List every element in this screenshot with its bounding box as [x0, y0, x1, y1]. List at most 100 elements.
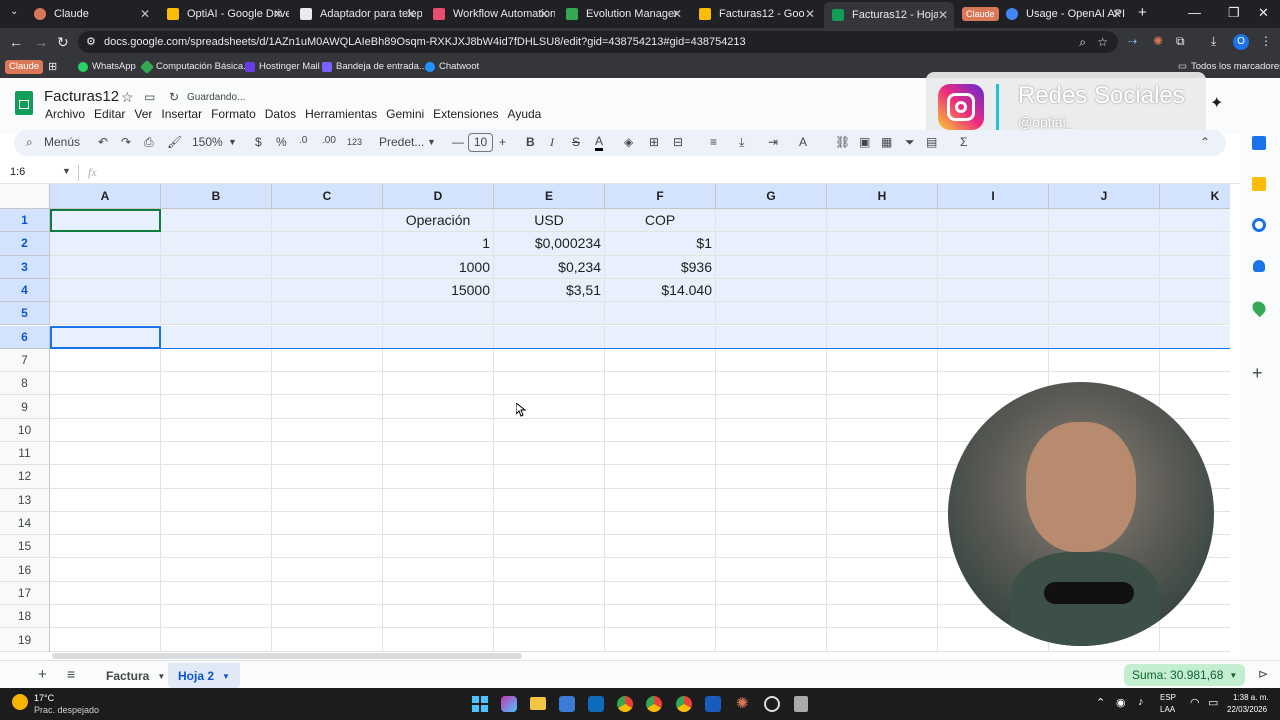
- tray-chevron-up-icon[interactable]: ⌃: [1096, 696, 1105, 709]
- cell-e13[interactable]: [494, 488, 605, 512]
- insert-comment-icon[interactable]: ▣: [859, 135, 870, 149]
- cell-a10[interactable]: [50, 418, 161, 442]
- row-header-10[interactable]: 10: [0, 418, 50, 442]
- row-header-14[interactable]: 14: [0, 511, 50, 536]
- weather-icon[interactable]: [12, 694, 28, 710]
- row-header-7[interactable]: 7: [0, 348, 50, 373]
- clock-date[interactable]: 22/03/2026: [1227, 705, 1267, 714]
- column-header-g[interactable]: G: [716, 184, 827, 209]
- cell-c8[interactable]: [272, 372, 383, 396]
- add-addon-icon[interactable]: +: [1252, 363, 1263, 384]
- chevron-down-icon[interactable]: ▼: [222, 672, 230, 681]
- text-wrap-icon[interactable]: ⇥: [768, 135, 778, 149]
- zoom-select[interactable]: 150%: [192, 135, 223, 149]
- cell-f16[interactable]: [605, 558, 716, 582]
- cell-k7[interactable]: [1160, 349, 1230, 373]
- obs-icon[interactable]: [764, 696, 780, 712]
- filter-views-icon[interactable]: ▤: [926, 135, 937, 149]
- cell-e1[interactable]: USD: [494, 209, 605, 233]
- cell-f7[interactable]: [605, 348, 716, 373]
- cell-j4[interactable]: [1049, 278, 1160, 303]
- functions-icon[interactable]: Σ: [960, 135, 967, 149]
- tab-drive[interactable]: OptiAI - Google Drive ✕: [159, 3, 289, 25]
- borders-icon[interactable]: ⊞: [649, 135, 659, 149]
- print-icon[interactable]: ⎙: [144, 135, 154, 150]
- cell-g14[interactable]: [716, 511, 827, 536]
- font-chevron-down-icon[interactable]: ▼: [427, 137, 436, 147]
- cell-b13[interactable]: [161, 488, 272, 512]
- menu-ayuda[interactable]: Ayuda: [508, 107, 542, 121]
- url-input[interactable]: ⚙ docs.google.com/spreadsheets/d/1AZn1uM…: [78, 31, 1118, 53]
- windows-start-icon[interactable]: [472, 696, 488, 712]
- cell-c18[interactable]: [272, 605, 383, 629]
- cell-e17[interactable]: [494, 581, 605, 606]
- cell-a2[interactable]: [50, 232, 161, 256]
- cell-i7[interactable]: [938, 348, 1049, 373]
- cell-j2[interactable]: [1049, 232, 1160, 256]
- cell-d8[interactable]: [383, 372, 494, 396]
- paint-format-icon[interactable]: 🖌: [167, 135, 182, 149]
- cell-h3[interactable]: [827, 255, 938, 279]
- cell-b14[interactable]: [161, 511, 272, 536]
- cell-k2[interactable]: [1160, 232, 1230, 256]
- italic-button[interactable]: I: [550, 135, 554, 150]
- cell-a18[interactable]: [50, 605, 161, 629]
- cell-i1[interactable]: [938, 209, 1049, 233]
- bookmark-whatsapp[interactable]: WhatsApp: [78, 61, 136, 72]
- column-header-k[interactable]: K: [1160, 184, 1230, 209]
- row-header-18[interactable]: 18: [0, 605, 50, 629]
- align-vertical-icon[interactable]: ⤓: [739, 135, 744, 150]
- cell-c7[interactable]: [272, 348, 383, 373]
- row-header-15[interactable]: 15: [0, 535, 50, 559]
- bookmark-star-icon[interactable]: ☆: [1097, 31, 1108, 53]
- battery-icon[interactable]: ▭: [1208, 696, 1218, 709]
- more-formats-button[interactable]: 123: [347, 137, 362, 147]
- cell-f3[interactable]: $936: [605, 255, 716, 279]
- cell-b7[interactable]: [161, 348, 272, 373]
- cell-a13[interactable]: [50, 488, 161, 512]
- doc-title[interactable]: Facturas12: [44, 88, 119, 105]
- column-header-j[interactable]: J: [1049, 184, 1160, 209]
- cell-e14[interactable]: [494, 511, 605, 536]
- star-icon[interactable]: ☆: [121, 89, 134, 106]
- all-sheets-button[interactable]: ≡: [67, 666, 75, 682]
- cell-c15[interactable]: [272, 535, 383, 559]
- cell-g13[interactable]: [716, 488, 827, 512]
- cell-a15[interactable]: [50, 535, 161, 559]
- font-select[interactable]: Predet...: [379, 135, 424, 149]
- cell-i5[interactable]: [938, 302, 1049, 326]
- keyboard-language[interactable]: ESP: [1160, 693, 1176, 702]
- cell-a3[interactable]: [50, 255, 161, 279]
- cell-h18[interactable]: [827, 605, 938, 629]
- explore-icon[interactable]: ⊳: [1258, 667, 1268, 681]
- tab-facturas-drive[interactable]: Facturas12 - Google Dr ✕: [691, 3, 821, 25]
- cell-e7[interactable]: [494, 348, 605, 373]
- cell-h6[interactable]: [827, 325, 938, 349]
- cell-g6[interactable]: [716, 325, 827, 349]
- menu-extensiones[interactable]: Extensiones: [433, 107, 498, 121]
- cell-d14[interactable]: [383, 511, 494, 536]
- increase-decimal-button[interactable]: .00: [322, 135, 336, 146]
- cell-h15[interactable]: [827, 535, 938, 559]
- profile-avatar[interactable]: O: [1233, 34, 1249, 50]
- cell-d18[interactable]: [383, 605, 494, 629]
- close-icon[interactable]: ✕: [672, 7, 682, 21]
- menu-insertar[interactable]: Insertar: [161, 107, 202, 121]
- tasks-icon[interactable]: [1252, 218, 1266, 232]
- wifi-icon[interactable]: ◠: [1190, 696, 1200, 709]
- cell-e12[interactable]: [494, 465, 605, 489]
- cell-h7[interactable]: [827, 348, 938, 373]
- menu-gemini[interactable]: Gemini: [386, 107, 424, 121]
- gemini-icon[interactable]: ✦: [1210, 93, 1223, 113]
- cell-b5[interactable]: [161, 302, 272, 326]
- tab-search-icon[interactable]: ⌄: [10, 6, 18, 17]
- cell-g3[interactable]: [716, 255, 827, 279]
- all-bookmarks-folder[interactable]: ▭ Todos los marcadores: [1178, 61, 1280, 72]
- cell-c9[interactable]: [272, 395, 383, 419]
- row-header-3[interactable]: 3: [0, 255, 50, 279]
- window-close-icon[interactable]: ✕: [1258, 5, 1269, 21]
- tab-claude[interactable]: Claude ✕: [26, 3, 156, 25]
- cell-f14[interactable]: [605, 511, 716, 536]
- cell-d12[interactable]: [383, 465, 494, 489]
- chevron-down-icon[interactable]: ▼: [157, 672, 165, 681]
